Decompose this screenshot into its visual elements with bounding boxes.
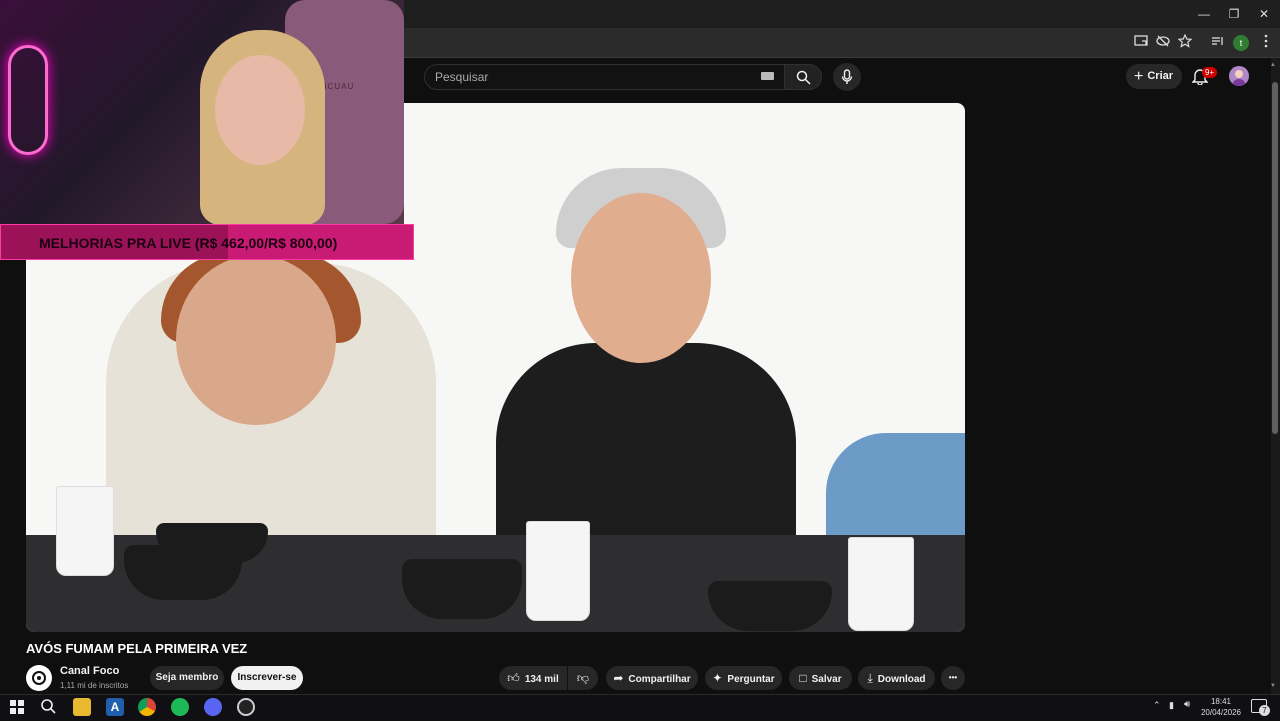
sparkle-icon: ✦ <box>712 671 723 685</box>
plus-icon: + <box>1134 68 1144 85</box>
create-button[interactable]: + Criar <box>1126 64 1182 89</box>
subscribe-button[interactable]: Inscrever-se <box>231 666 303 690</box>
download-button[interactable]: ⤓ Download <box>858 666 935 690</box>
restore-button[interactable]: ❐ <box>1219 4 1249 24</box>
minimize-button[interactable]: — <box>1189 4 1219 24</box>
taskbar-search-icon[interactable] <box>40 698 58 716</box>
channel-name[interactable]: Canal Foco <box>60 665 119 677</box>
close-button[interactable]: ✕ <box>1249 4 1279 24</box>
eye-off-icon[interactable] <box>1154 34 1172 52</box>
donation-goal-text: MELHORIAS PRA LIVE (R$ 462,00/R$ 800,00) <box>39 235 338 251</box>
keyboard-icon[interactable] <box>761 72 774 80</box>
video-bowl <box>156 523 268 563</box>
video-cup <box>848 537 914 631</box>
voice-search-button[interactable] <box>833 63 861 91</box>
donation-goal-bar: MELHORIAS PRA LIVE (R$ 462,00/R$ 800,00) <box>0 224 414 260</box>
file-explorer-icon[interactable] <box>73 698 91 716</box>
channel-subscriber-count: 1,11 mi de inscritos <box>60 681 129 690</box>
streamer-face <box>215 55 305 165</box>
star-icon[interactable] <box>1176 33 1194 52</box>
chrome-icon[interactable] <box>138 698 156 716</box>
ask-label: Perguntar <box>727 674 775 685</box>
streamer-webcam: PICUAU <box>0 0 404 224</box>
clock-date: 20/04/2026 <box>1200 708 1242 717</box>
clock-time: 18:41 <box>1210 697 1232 706</box>
volume-icon[interactable]: 🔊︎ <box>1184 699 1190 710</box>
share-label: Compartilhar <box>628 674 691 685</box>
ask-button[interactable]: ✦ Perguntar <box>705 666 782 690</box>
bookmark-icon: □ <box>799 671 807 685</box>
create-label: Criar <box>1147 70 1174 82</box>
like-button[interactable]: 👍︎ 134 mil <box>499 666 567 690</box>
obs-icon[interactable] <box>237 698 255 716</box>
share-icon: ➦ <box>613 671 624 685</box>
video-title: AVÓS FUMAM PELA PRIMEIRA VEZ <box>26 641 248 656</box>
microphone-icon <box>841 69 853 84</box>
neon-sign <box>8 45 48 155</box>
share-button[interactable]: ➦ Compartilhar <box>606 666 698 690</box>
channel-logo-icon <box>27 666 51 690</box>
video-bowl <box>402 559 522 619</box>
dislike-button[interactable]: 👎︎ <box>568 666 598 690</box>
search-button[interactable] <box>784 64 822 90</box>
tray-chevron-icon[interactable]: ⌃ <box>1153 700 1161 711</box>
scrollbar-thumb[interactable] <box>1272 82 1278 434</box>
discord-icon[interactable] <box>204 698 222 716</box>
thumbs-down-icon: 👎︎ <box>576 671 590 685</box>
tab-search-icon[interactable] <box>1208 34 1226 52</box>
taskbar-clock[interactable]: 18:41 20/04/2026 <box>1200 696 1242 718</box>
download-label: Download <box>877 674 926 685</box>
notification-badge: 9+ <box>1202 67 1217 78</box>
video-cup <box>56 486 114 576</box>
spotify-icon[interactable] <box>171 698 189 716</box>
profile-icon[interactable]: t <box>1233 35 1249 51</box>
video-person-left-face <box>176 255 336 425</box>
download-icon: ⤓ <box>867 671 873 685</box>
video-person-center-face <box>571 193 711 363</box>
windows-start-icon[interactable] <box>8 698 26 716</box>
save-button[interactable]: □ Salvar <box>789 666 852 690</box>
save-label: Salvar <box>811 674 842 685</box>
thumbs-up-icon: 👍︎ <box>507 671 520 685</box>
more-actions-button[interactable]: ••• <box>941 666 965 690</box>
like-count: 134 mil <box>524 674 559 685</box>
join-button[interactable]: Seja membro <box>150 666 224 690</box>
os-taskbar <box>0 694 1280 720</box>
action-center-badge: 7 <box>1259 705 1270 716</box>
video-cup <box>526 521 590 621</box>
scroll-down-arrow-icon[interactable]: ▼ <box>1270 683 1276 689</box>
account-avatar[interactable] <box>1229 66 1249 86</box>
channel-avatar[interactable] <box>26 665 52 691</box>
video-bowl <box>708 581 832 631</box>
scroll-up-arrow-icon[interactable]: ▲ <box>1270 62 1276 68</box>
app-a-icon[interactable]: A <box>106 698 124 716</box>
search-icon <box>796 70 811 85</box>
more-icon[interactable] <box>1257 34 1275 52</box>
battery-icon[interactable]: ▮ <box>1169 700 1174 711</box>
search-input[interactable]: Pesquisar <box>424 64 784 90</box>
cast-icon[interactable] <box>1132 34 1150 52</box>
